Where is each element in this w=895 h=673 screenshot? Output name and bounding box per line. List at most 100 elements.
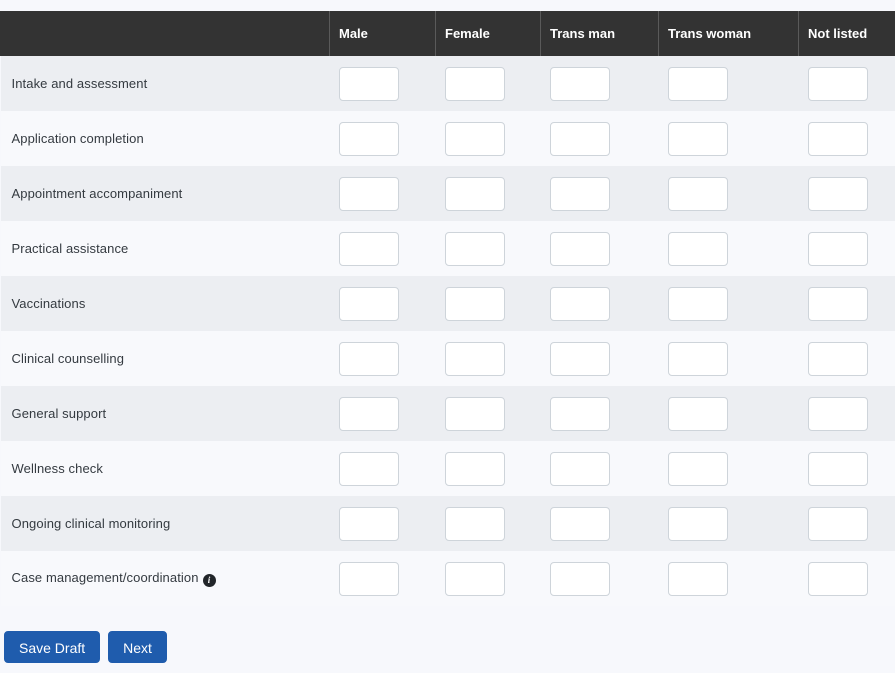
input-male-row-2[interactable] xyxy=(338,121,399,156)
input-not_listed-row-7[interactable] xyxy=(807,396,868,431)
input-female-row-1[interactable] xyxy=(444,66,505,101)
input-not_listed-row-10[interactable] xyxy=(807,561,868,596)
row-label-cell: General support xyxy=(1,386,330,441)
header-cell-female: Female xyxy=(435,11,541,56)
input-female-row-3[interactable] xyxy=(444,176,505,211)
input-female-row-4[interactable] xyxy=(444,231,505,266)
save-draft-button[interactable]: Save Draft xyxy=(4,631,101,663)
row-label-cell: Case management/coordination i xyxy=(1,551,330,606)
table-row: Practical assistance xyxy=(0,221,895,276)
input-male-row-6[interactable] xyxy=(338,341,399,376)
input-not_listed-row-5[interactable] xyxy=(807,286,868,321)
input-male-row-8[interactable] xyxy=(338,451,399,486)
input-female-row-2[interactable] xyxy=(444,121,505,156)
input-male-row-1[interactable] xyxy=(338,66,399,101)
input-trans_woman-row-8[interactable] xyxy=(667,451,728,486)
table-header: Male Female Trans man Trans woman Not listed xyxy=(0,11,895,56)
cell-not_listed xyxy=(799,56,895,111)
cell-trans_woman xyxy=(659,166,799,221)
row-label: Case management/coordination xyxy=(11,570,199,585)
row-label-cell: Vaccinations xyxy=(1,276,330,331)
input-female-row-9[interactable] xyxy=(444,506,505,541)
cell-not_listed xyxy=(799,111,895,166)
cell-male xyxy=(330,386,436,441)
row-label-cell: Ongoing clinical monitoring xyxy=(1,496,330,551)
row-label-cell: Wellness check xyxy=(1,441,330,496)
input-trans_woman-row-1[interactable] xyxy=(667,66,728,101)
input-trans_man-row-8[interactable] xyxy=(549,451,610,486)
input-female-row-6[interactable] xyxy=(444,341,505,376)
cell-female xyxy=(436,551,541,606)
row-label: General support xyxy=(11,405,107,421)
input-trans_woman-row-3[interactable] xyxy=(667,176,728,211)
cell-not_listed xyxy=(799,166,895,221)
input-male-row-9[interactable] xyxy=(338,506,399,541)
input-not_listed-row-1[interactable] xyxy=(807,66,868,101)
row-label-cell: Appointment accompaniment xyxy=(1,166,330,221)
input-female-row-10[interactable] xyxy=(444,561,505,596)
cell-trans_woman xyxy=(659,386,799,441)
cell-not_listed xyxy=(799,276,895,331)
row-label: Intake and assessment xyxy=(11,75,148,91)
input-trans_woman-row-4[interactable] xyxy=(667,231,728,266)
info-icon[interactable]: i xyxy=(202,574,216,587)
input-male-row-4[interactable] xyxy=(338,231,399,266)
cell-not_listed xyxy=(799,441,895,496)
input-female-row-8[interactable] xyxy=(444,451,505,486)
input-trans_man-row-7[interactable] xyxy=(549,396,610,431)
input-trans_woman-row-7[interactable] xyxy=(667,396,728,431)
input-male-row-10[interactable] xyxy=(338,561,399,596)
cell-male xyxy=(330,496,436,551)
row-label: Application completion xyxy=(11,130,144,146)
input-trans_man-row-4[interactable] xyxy=(549,231,610,266)
header-cell-male: Male xyxy=(329,11,436,56)
next-button[interactable]: Next xyxy=(108,631,167,663)
input-trans_man-row-1[interactable] xyxy=(549,66,610,101)
table-row: Wellness check xyxy=(0,441,895,496)
input-trans_man-row-5[interactable] xyxy=(549,286,610,321)
input-not_listed-row-9[interactable] xyxy=(807,506,868,541)
cell-not_listed xyxy=(799,496,895,551)
cell-trans_woman xyxy=(659,221,799,276)
input-not_listed-row-3[interactable] xyxy=(807,176,868,211)
input-female-row-5[interactable] xyxy=(444,286,505,321)
input-trans_woman-row-10[interactable] xyxy=(667,561,728,596)
input-not_listed-row-8[interactable] xyxy=(807,451,868,486)
row-label-cell: Intake and assessment xyxy=(1,56,330,111)
header-row: Male Female Trans man Trans woman Not listed xyxy=(0,11,895,56)
input-male-row-5[interactable] xyxy=(338,286,399,321)
cell-trans_woman xyxy=(659,111,799,166)
cell-female xyxy=(436,276,541,331)
input-trans_woman-row-5[interactable] xyxy=(667,286,728,321)
input-not_listed-row-4[interactable] xyxy=(807,231,868,266)
input-trans_man-row-3[interactable] xyxy=(549,176,610,211)
cell-trans_man xyxy=(541,56,659,111)
service-matrix-container: Male Female Trans man Trans woman Not listed… xyxy=(0,11,895,606)
cell-male xyxy=(330,551,436,606)
cell-not_listed xyxy=(799,386,895,441)
input-trans_woman-row-2[interactable] xyxy=(667,121,728,156)
cell-trans_man xyxy=(541,331,659,386)
cell-trans_man xyxy=(541,551,659,606)
cell-female xyxy=(436,441,541,496)
input-trans_man-row-10[interactable] xyxy=(549,561,610,596)
cell-trans_man xyxy=(541,441,659,496)
cell-male xyxy=(330,331,436,386)
input-male-row-3[interactable] xyxy=(338,176,399,211)
cell-not_listed xyxy=(799,331,895,386)
table-row: Application completion xyxy=(0,111,895,166)
input-trans_woman-row-6[interactable] xyxy=(667,341,728,376)
input-male-row-7[interactable] xyxy=(338,396,399,431)
form-page: Male Female Trans man Trans woman Not listed… xyxy=(0,0,895,673)
row-label: Practical assistance xyxy=(11,240,129,256)
cell-female xyxy=(436,496,541,551)
input-not_listed-row-2[interactable] xyxy=(807,121,868,156)
input-trans_man-row-9[interactable] xyxy=(549,506,610,541)
input-trans_man-row-2[interactable] xyxy=(549,121,610,156)
cell-trans_woman xyxy=(659,56,799,111)
input-trans_man-row-6[interactable] xyxy=(549,341,610,376)
input-female-row-7[interactable] xyxy=(444,396,505,431)
input-not_listed-row-6[interactable] xyxy=(807,341,868,376)
input-trans_woman-row-9[interactable] xyxy=(667,506,728,541)
cell-male xyxy=(330,56,436,111)
